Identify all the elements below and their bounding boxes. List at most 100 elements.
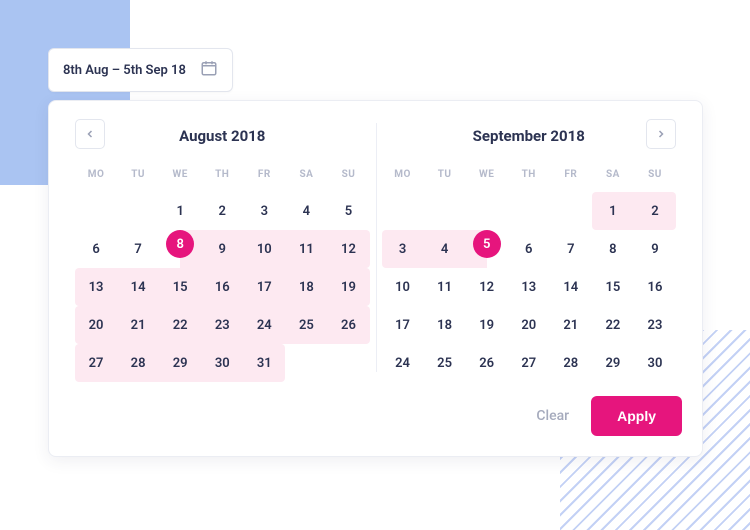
calendar-day[interactable]: 30 [634, 344, 676, 382]
weekday-label: FR [243, 163, 285, 186]
calendar-grid: 1234567891011121314151617181920212223242… [75, 192, 370, 382]
calendar-day[interactable]: 17 [382, 306, 424, 344]
clear-button[interactable]: Clear [536, 408, 569, 424]
apply-button[interactable]: Apply [591, 396, 682, 436]
calendar-day[interactable]: 22 [159, 306, 201, 344]
weekday-label: SU [327, 163, 369, 186]
weekday-label: SA [285, 163, 327, 186]
calendar-day[interactable]: 2 [634, 192, 676, 230]
weekday-label: MO [75, 163, 117, 186]
weekday-label: TU [424, 163, 466, 186]
date-range-popover: August 2018MOTUWETHFRSASU123456789101112… [48, 100, 703, 457]
calendar-day[interactable]: 4 [424, 230, 466, 268]
date-range-input[interactable]: 8th Aug – 5th Sep 18 [48, 48, 233, 92]
calendar-day[interactable]: 12 [466, 268, 508, 306]
calendar-day[interactable]: 8 [592, 230, 634, 268]
calendar-cell-empty [117, 192, 159, 230]
calendar-day[interactable]: 16 [201, 268, 243, 306]
month-title: August 2018 [179, 127, 265, 145]
calendar-day[interactable]: 31 [243, 344, 285, 382]
weekday-label: WE [159, 163, 201, 186]
calendar-day[interactable]: 9 [634, 230, 676, 268]
calendar-cell-empty [327, 344, 369, 382]
calendar-day[interactable]: 23 [201, 306, 243, 344]
prev-month-button[interactable] [75, 119, 105, 149]
calendar-day[interactable]: 28 [550, 344, 592, 382]
date-range-value: 8th Aug – 5th Sep 18 [63, 63, 186, 78]
calendar-cell-empty [382, 192, 424, 230]
calendar-cell-empty [550, 192, 592, 230]
weekday-label: FR [550, 163, 592, 186]
calendar-day[interactable]: 7 [117, 230, 159, 268]
weekday-label: TH [201, 163, 243, 186]
calendar-day[interactable]: 5 [466, 230, 508, 258]
calendar-day[interactable]: 14 [117, 268, 159, 306]
calendar-day[interactable]: 1 [592, 192, 634, 230]
calendar-day[interactable]: 19 [327, 268, 369, 306]
calendar-day[interactable]: 6 [75, 230, 117, 268]
calendar-day[interactable]: 24 [382, 344, 424, 382]
calendar-cell-empty [466, 192, 508, 230]
calendar-day[interactable]: 20 [75, 306, 117, 344]
calendar-day[interactable]: 11 [285, 230, 327, 268]
calendar-day[interactable]: 18 [285, 268, 327, 306]
calendar-day[interactable]: 20 [508, 306, 550, 344]
weekday-label: WE [466, 163, 508, 186]
calendar-day[interactable]: 9 [201, 230, 243, 268]
calendar-day[interactable]: 8 [159, 230, 201, 258]
calendar-day[interactable]: 26 [466, 344, 508, 382]
calendar-day[interactable]: 27 [508, 344, 550, 382]
calendar-month: September 2018MOTUWETHFRSASU123456789101… [376, 119, 683, 382]
calendar-day[interactable]: 13 [75, 268, 117, 306]
calendar-cell-empty [75, 192, 117, 230]
weekday-label: TU [117, 163, 159, 186]
weekday-label: MO [382, 163, 424, 186]
calendar-day[interactable]: 6 [508, 230, 550, 268]
calendar-day[interactable]: 27 [75, 344, 117, 382]
calendar-day[interactable]: 16 [634, 268, 676, 306]
weekday-label: TH [508, 163, 550, 186]
weekday-label: SU [634, 163, 676, 186]
calendar-day[interactable]: 25 [424, 344, 466, 382]
calendar-cell-empty [285, 344, 327, 382]
calendar-day[interactable]: 24 [243, 306, 285, 344]
calendar-day[interactable]: 17 [243, 268, 285, 306]
calendar-day[interactable]: 21 [550, 306, 592, 344]
calendar-day[interactable]: 26 [327, 306, 369, 344]
calendar-day[interactable]: 10 [243, 230, 285, 268]
calendar-day[interactable]: 4 [285, 192, 327, 230]
calendar-day[interactable]: 13 [508, 268, 550, 306]
calendar-month: August 2018MOTUWETHFRSASU123456789101112… [69, 119, 376, 382]
month-divider [376, 123, 377, 372]
calendar-day[interactable]: 11 [424, 268, 466, 306]
calendar-cell-empty [424, 192, 466, 230]
month-title: September 2018 [473, 127, 585, 145]
calendar-day[interactable]: 3 [243, 192, 285, 230]
calendar-day[interactable]: 12 [327, 230, 369, 268]
calendar-day[interactable]: 5 [327, 192, 369, 230]
calendar-day[interactable]: 3 [382, 230, 424, 268]
calendar-day[interactable]: 28 [117, 344, 159, 382]
calendar-cell-empty [508, 192, 550, 230]
calendar-day[interactable]: 30 [201, 344, 243, 382]
calendar-day[interactable]: 29 [592, 344, 634, 382]
calendar-day[interactable]: 15 [592, 268, 634, 306]
calendar-day[interactable]: 15 [159, 268, 201, 306]
calendar-day[interactable]: 19 [466, 306, 508, 344]
calendar-day[interactable]: 14 [550, 268, 592, 306]
calendar-day[interactable]: 23 [634, 306, 676, 344]
chevron-right-icon [655, 125, 667, 144]
calendar-day[interactable]: 25 [285, 306, 327, 344]
calendar-day[interactable]: 18 [424, 306, 466, 344]
calendar-day[interactable]: 7 [550, 230, 592, 268]
calendar-day[interactable]: 21 [117, 306, 159, 344]
calendar-grid: 1234567891011121314151617181920212223242… [382, 192, 677, 382]
calendar-day[interactable]: 22 [592, 306, 634, 344]
chevron-left-icon [84, 125, 96, 144]
calendar-day[interactable]: 29 [159, 344, 201, 382]
calendar-day[interactable]: 1 [159, 192, 201, 230]
calendar-day[interactable]: 10 [382, 268, 424, 306]
calendar-day[interactable]: 2 [201, 192, 243, 230]
next-month-button[interactable] [646, 119, 676, 149]
weekday-label: SA [592, 163, 634, 186]
